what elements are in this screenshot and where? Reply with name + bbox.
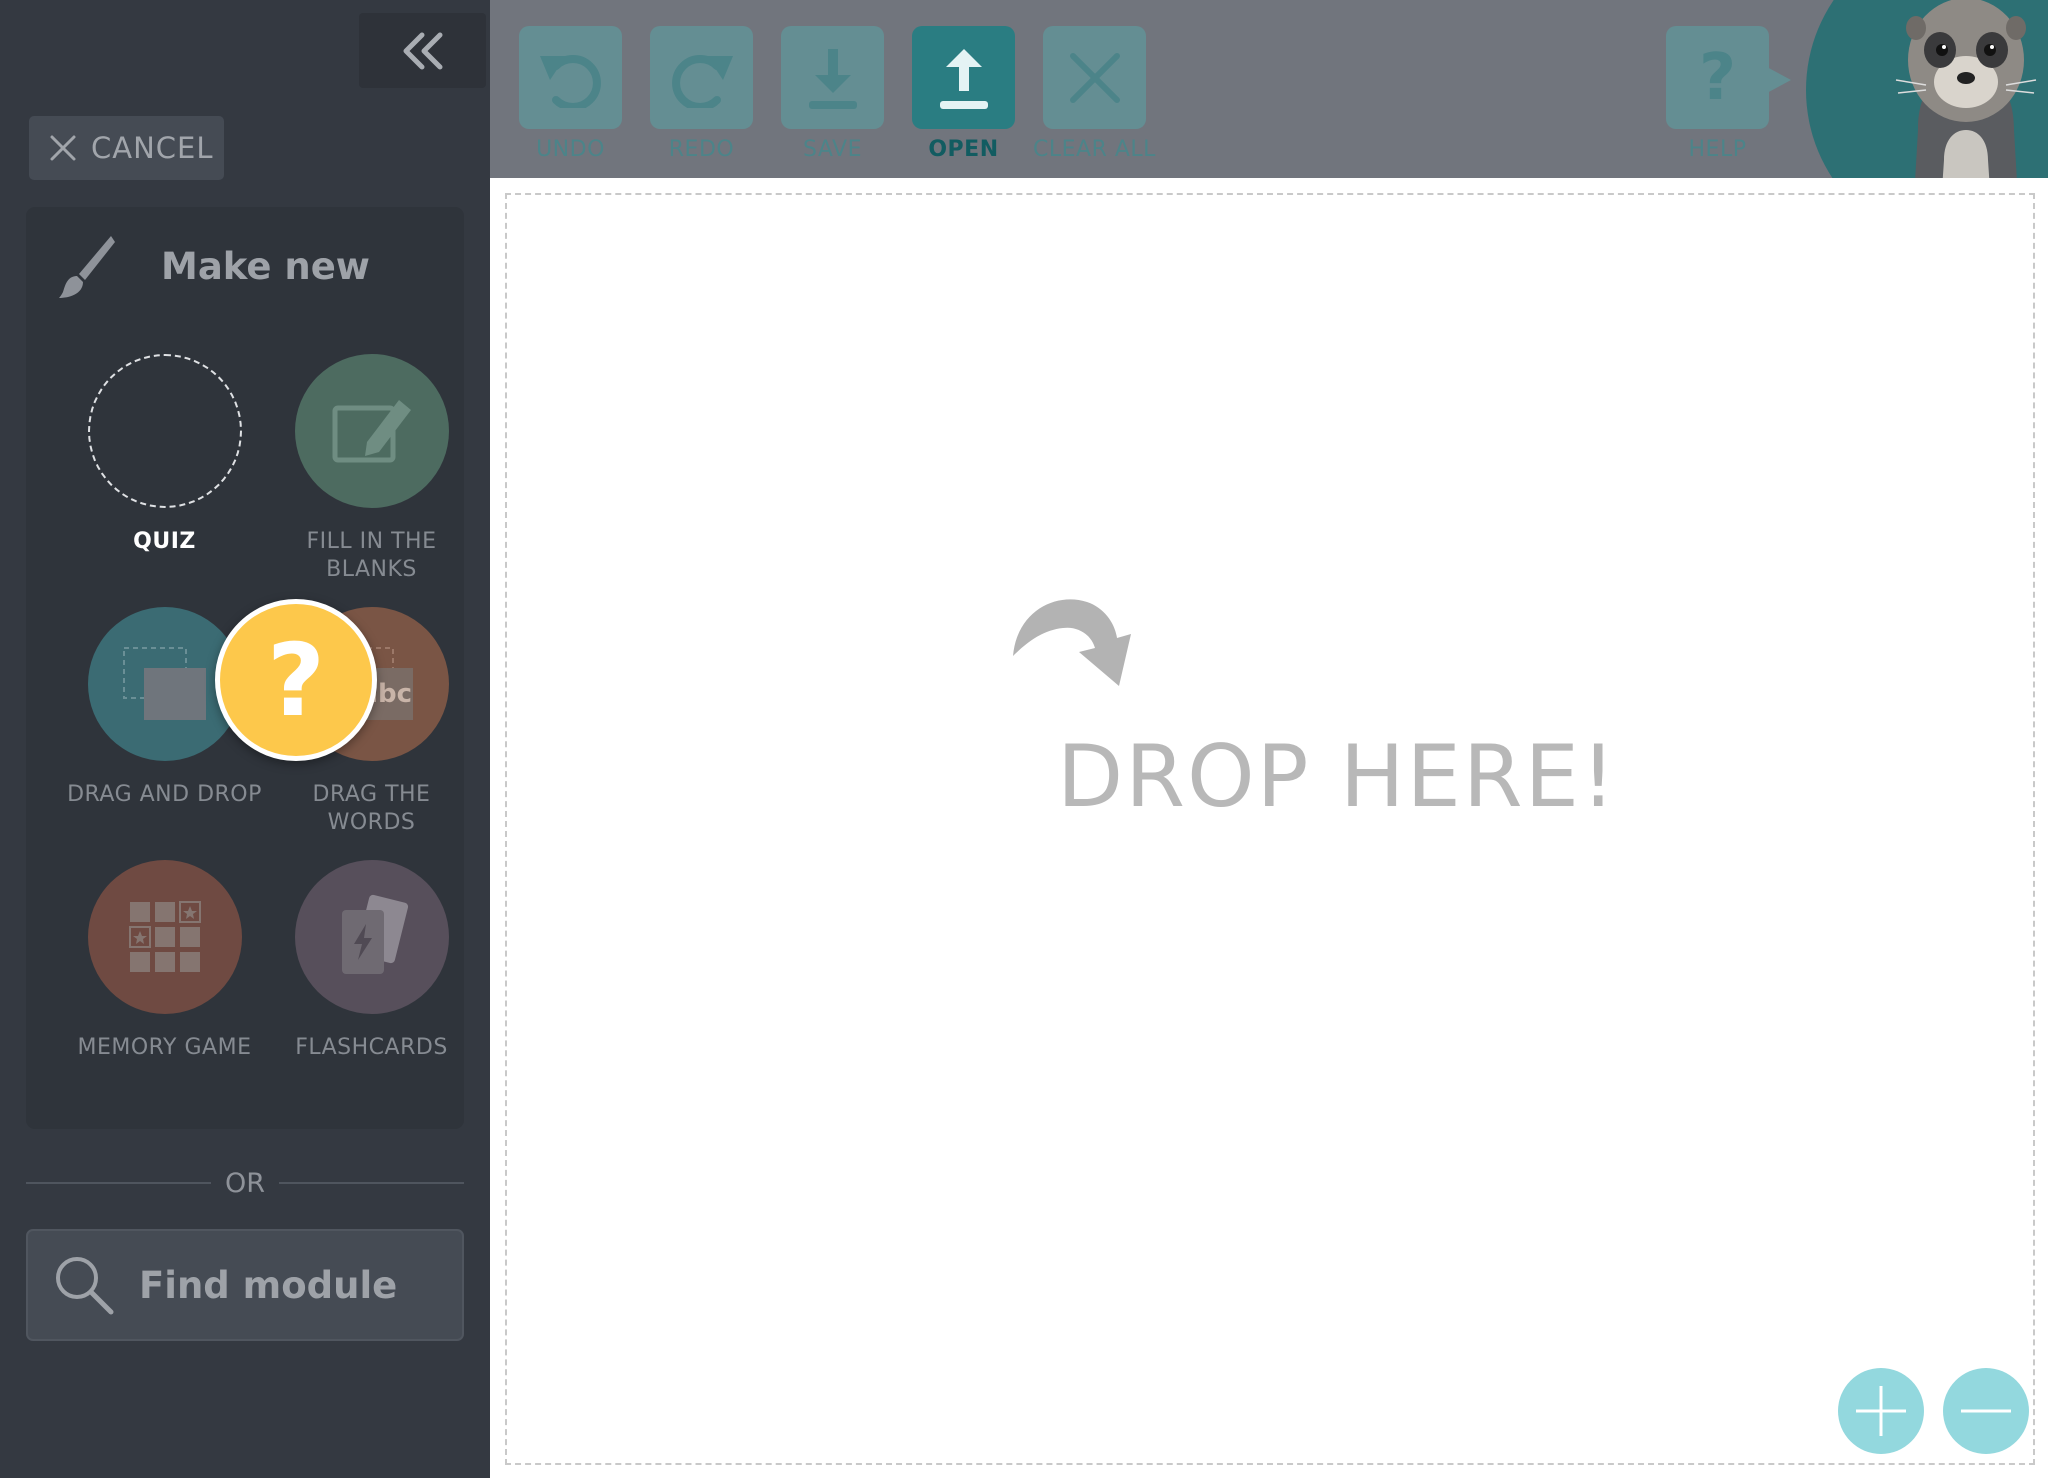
module-label: DRAG THE WORDS [312,782,431,835]
make-new-panel: Make new QUIZ FILL IN THE BLANKS DRAG AN… [26,207,464,1129]
module-label: FILL IN THE BLANKS [306,529,437,582]
module-label: FLASHCARDS [295,1035,448,1060]
cancel-label: CANCEL [91,131,214,165]
or-divider: OR [26,1163,465,1203]
clear-all-button[interactable]: CLEAR ALL [1029,26,1160,162]
sidebar: CANCEL Make new QUIZ FILL IN THE BLANKS [0,0,490,1478]
module-memory-game[interactable]: MEMORY GAME [62,860,267,1062]
module-label: QUIZ [133,529,196,554]
open-label: OPEN [928,137,999,162]
plus-icon [1856,1386,1906,1436]
close-icon [1069,52,1120,103]
dragging-quiz-module[interactable]: ? [215,599,377,761]
collapse-sidebar-button[interactable] [359,13,486,88]
undo-label: UNDO [536,137,605,162]
curved-arrow-icon [1013,599,1131,686]
double-chevron-left-icon [403,32,442,69]
drop-zone[interactable]: DROP HERE! [505,193,2035,1465]
find-module-label: Find module [139,1263,398,1307]
search-icon [56,1257,114,1315]
module-label: DRAG AND DROP [67,782,262,807]
download-icon [808,48,857,109]
toolbar: UNDO REDO SAVE OPEN CLEAR ALL ? HELP [490,0,2048,178]
help-button[interactable]: ? HELP [1652,26,1791,162]
flashcards-icon [341,894,408,974]
zoom-in-button[interactable] [1838,1368,1924,1454]
make-new-title: Make new [161,245,370,288]
or-label: OR [225,1167,266,1199]
upload-icon [939,48,988,109]
zoom-out-button[interactable] [1943,1368,2029,1454]
module-flashcards[interactable]: FLASHCARDS [269,860,474,1062]
save-label: SAVE [803,137,862,162]
module-quiz[interactable]: QUIZ [62,354,267,556]
quiz-drop-placeholder [87,354,242,508]
find-module-button[interactable]: Find module [26,1229,464,1341]
save-button[interactable]: SAVE [767,26,898,162]
cancel-button[interactable]: CANCEL [29,116,224,180]
memory-grid-icon [128,901,201,972]
meerkat-icon [1895,0,2037,178]
redo-icon [671,54,733,108]
minus-icon [1961,1409,2011,1413]
pencil-edit-icon [332,400,411,463]
redo-label: REDO [668,137,735,162]
undo-icon [539,54,601,108]
help-label: HELP [1688,137,1747,162]
drop-here-text: DROP HERE! [1057,727,1618,827]
module-fill-in-the-blanks[interactable]: FILL IN THE BLANKS [269,354,474,584]
drag-and-drop-icon [122,647,206,720]
open-button[interactable]: OPEN [898,26,1029,162]
redo-button[interactable]: REDO [636,26,767,162]
question-mark-icon: ? [1698,40,1737,115]
paintbrush-icon [59,236,115,298]
meerkat-mascot-avatar [1806,0,2048,178]
undo-button[interactable]: UNDO [505,26,636,162]
close-icon [50,135,76,161]
editor-canvas: DROP HERE! [490,178,2048,1478]
module-label: MEMORY GAME [77,1035,252,1060]
clear-all-label: CLEAR ALL [1033,137,1156,162]
